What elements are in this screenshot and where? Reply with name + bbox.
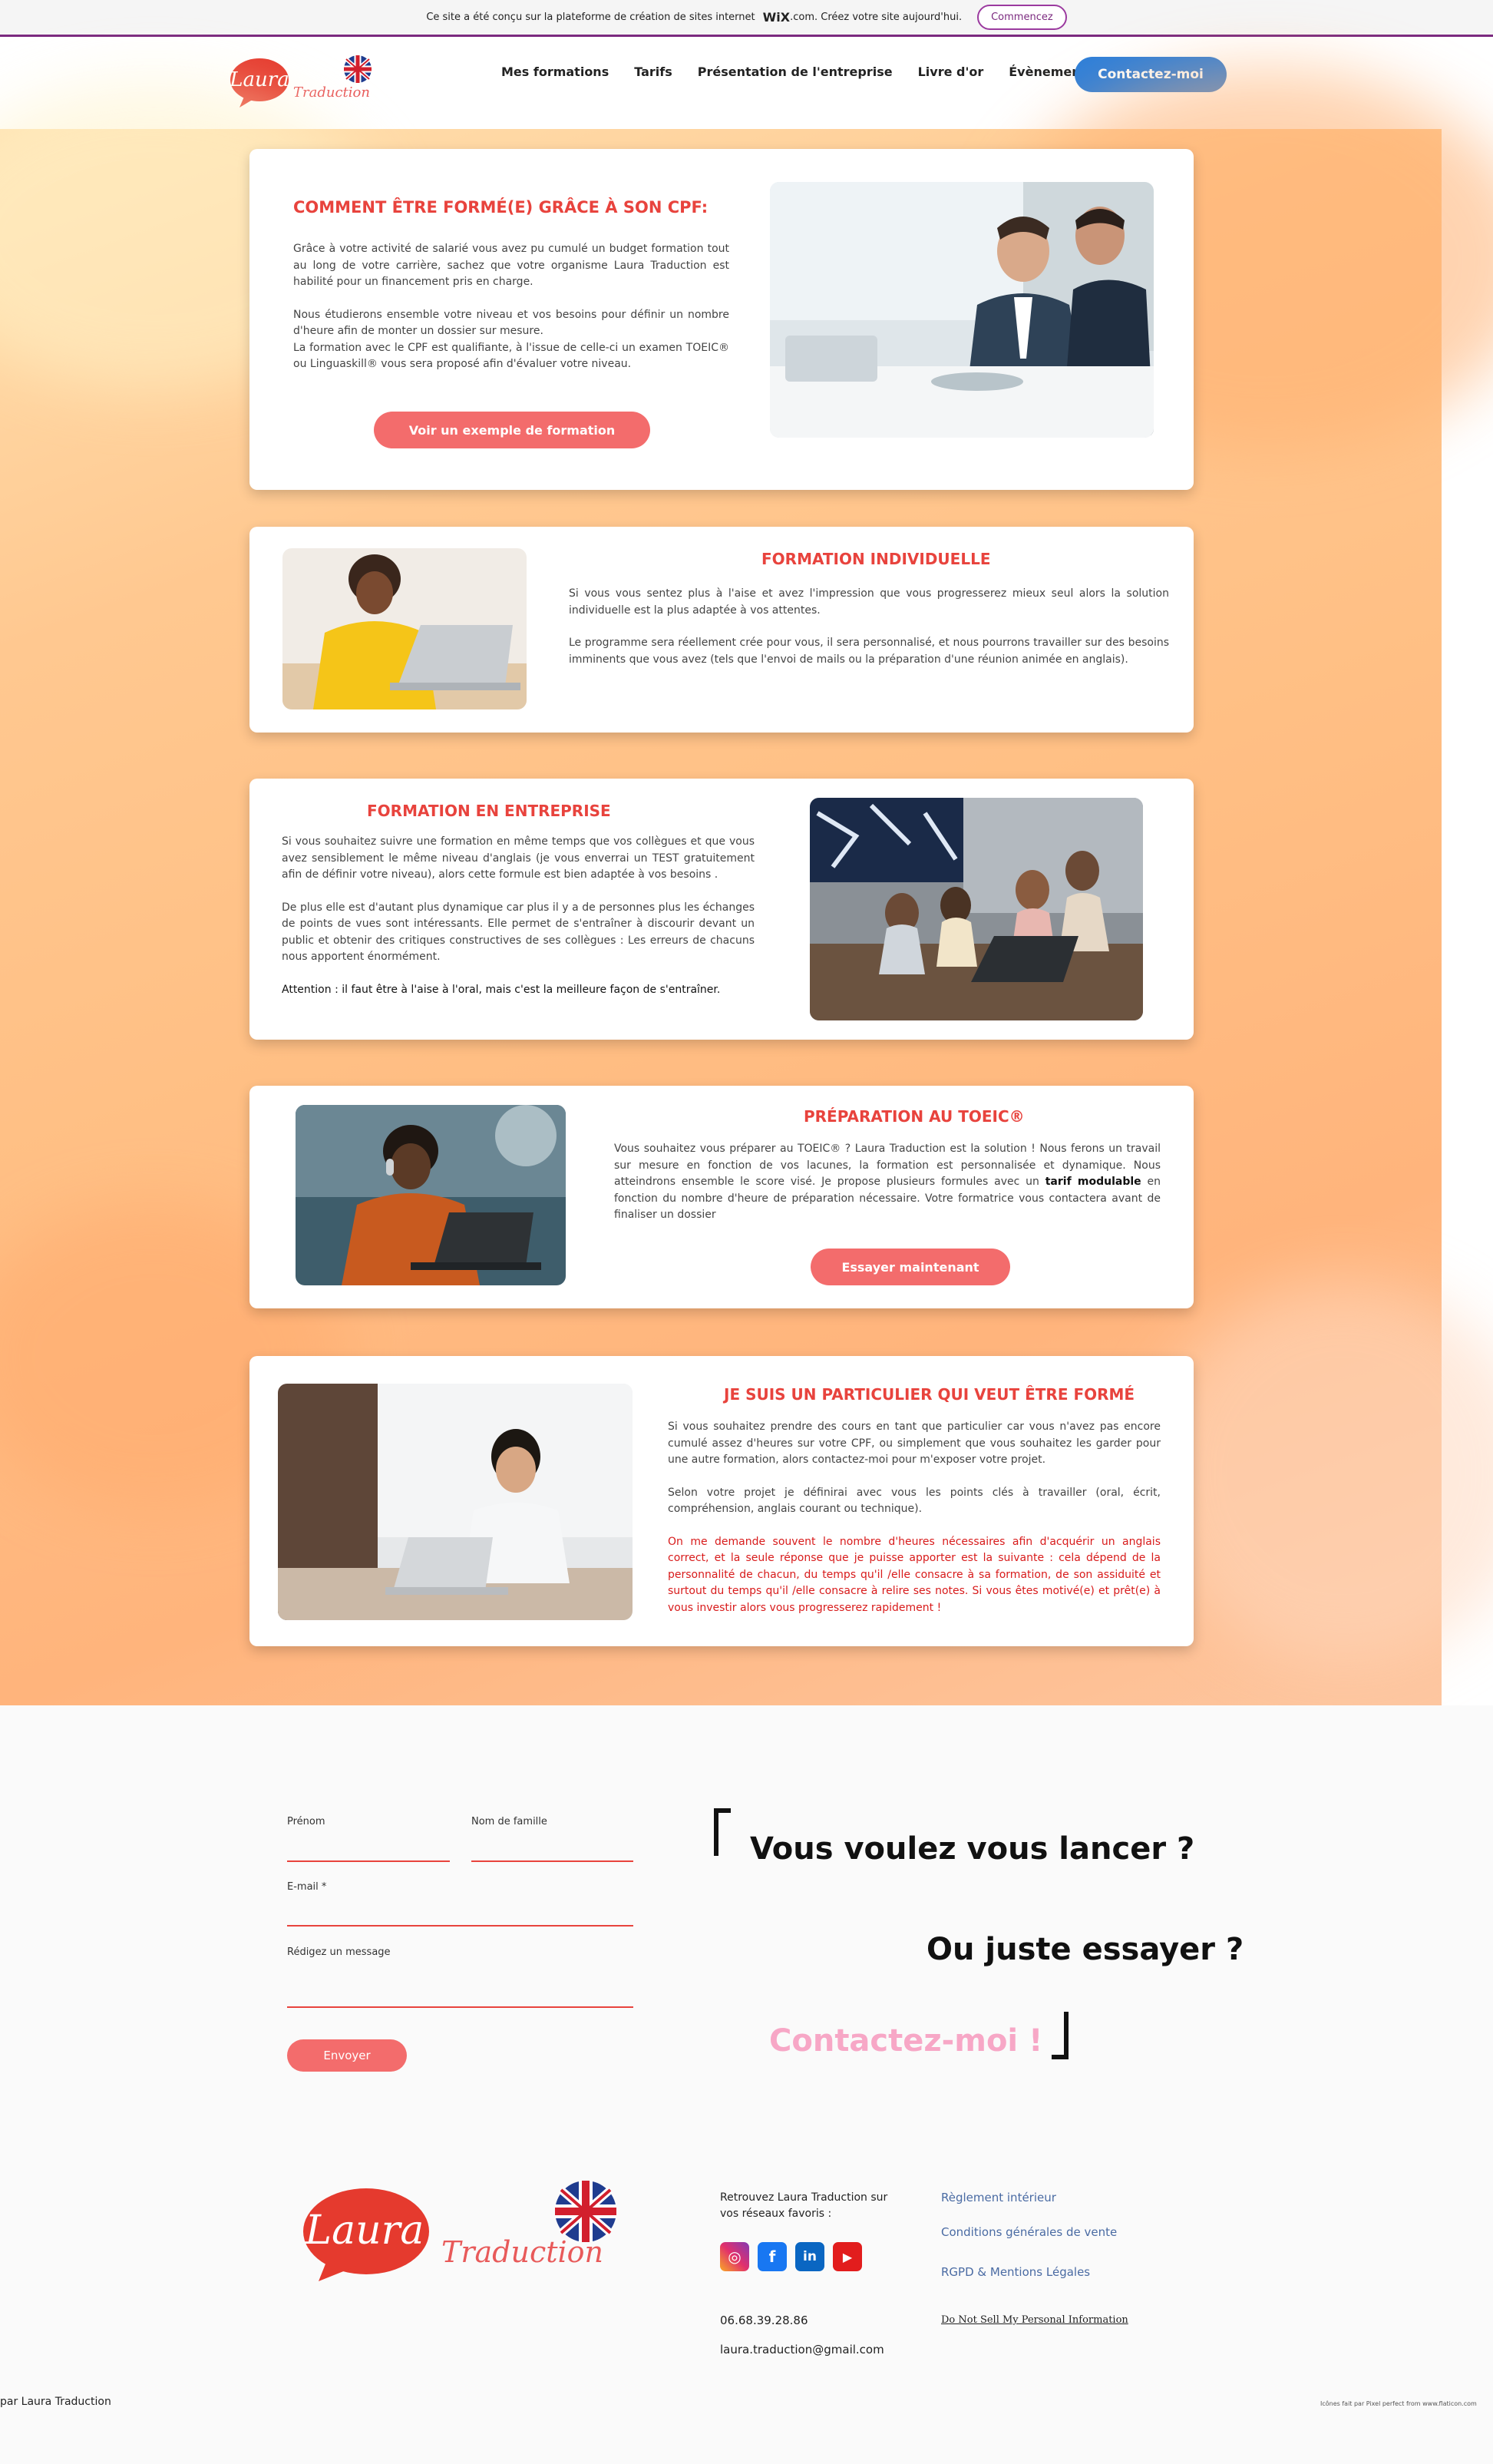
link-cgv[interactable]: Conditions générales de vente (941, 2225, 1117, 2239)
social-text: Retrouvez Laura Traduction sur vos résea… (720, 2191, 888, 2220)
nav-tarifs[interactable]: Tarifs (634, 64, 672, 79)
footer-email[interactable]: laura.traduction@gmail.com (720, 2343, 884, 2357)
man-laptop-photo (278, 1384, 633, 1620)
copyright: par Laura Traduction (0, 2396, 111, 2408)
main-nav: Mes formations Tarifs Présentation de l'… (501, 64, 1094, 79)
wix-banner: Ce site a été conçu sur la plateforme de… (0, 0, 1493, 37)
nav-presentation[interactable]: Présentation de l'entreprise (698, 64, 893, 79)
footer-phone: 06.68.39.28.86 (720, 2314, 808, 2327)
card-particulier-title: JE SUIS UN PARTICULIER QUI VEUT ÊTRE FOR… (724, 1385, 1135, 1404)
wix-logo: WiX (762, 10, 791, 25)
card-cpf: COMMENT ÊTRE FORMÉ(E) GRÂCE À SON CPF: G… (249, 149, 1194, 490)
pitch-line-1: Vous voulez vous lancer ? (750, 1831, 1195, 1867)
quote-bracket-close (1052, 2012, 1069, 2059)
card-entreprise-title: FORMATION EN ENTREPRISE (367, 802, 611, 820)
business-meeting-photo (770, 182, 1154, 438)
card-entreprise-p3: Attention : il faut être à l'aise à l'or… (282, 983, 721, 996)
wix-start-button[interactable]: Commencez (977, 5, 1067, 30)
wix-banner-suffix: .com. Créez votre site aujourd'hui. (790, 12, 963, 23)
card-cpf-title: COMMENT ÊTRE FORMÉ(E) GRÂCE À SON CPF: (293, 198, 709, 217)
card-individuelle-p1: Si vous vous sentez plus à l'aise et ave… (569, 587, 1169, 617)
card-cpf-p2: Nous étudierons ensemble votre niveau et… (293, 308, 729, 338)
youtube-icon[interactable]: ▶ (833, 2242, 862, 2271)
man-headphones-photo (296, 1105, 566, 1285)
card-particulier-p1: Si vous souhaitez prendre des cours en t… (668, 1421, 1161, 1466)
icon-credits: Icônes fait par Pixel perfect from www.f… (1320, 2400, 1477, 2407)
card-entreprise-p2: De plus elle est d'autant plus dynamique… (282, 901, 755, 964)
card-entreprise-p1: Si vous souhaitez suivre une formation e… (282, 835, 755, 881)
card-toeic: PRÉPARATION AU TOEIC® Vous souhaitez vou… (249, 1086, 1194, 1308)
quote-bracket-open (714, 1808, 731, 1856)
link-reglement[interactable]: Règlement intérieur (941, 2191, 1056, 2204)
email-label: E-mail * (287, 1881, 327, 1893)
first-name-input[interactable] (287, 1860, 450, 1862)
svg-text:Laura: Laura (229, 68, 289, 91)
example-formation-button[interactable]: Voir un exemple de formation (374, 412, 650, 448)
last-name-label: Nom de famille (471, 1816, 547, 1827)
linkedin-icon[interactable]: in (795, 2242, 824, 2271)
card-toeic-text: Vous souhaitez vous préparer au TOEIC® ?… (614, 1141, 1161, 1240)
svg-text:Laura: Laura (305, 2208, 424, 2254)
facebook-icon[interactable]: f (758, 2242, 787, 2271)
card-individuelle-title: FORMATION INDIVIDUELLE (761, 550, 991, 568)
woman-laptop-photo (282, 548, 527, 709)
last-name-input[interactable] (471, 1860, 633, 1862)
card-cpf-p1: Grâce à votre activité de salarié vous a… (293, 243, 729, 288)
card-cpf-p3: La formation avec le CPF est qualifiante… (293, 341, 729, 371)
pitch-line-2: Ou juste essayer ? (927, 1932, 1244, 1967)
try-now-button[interactable]: Essayer maintenant (811, 1249, 1010, 1285)
message-label: Rédigez un message (287, 1946, 391, 1958)
card-particulier: JE SUIS UN PARTICULIER QUI VEUT ÊTRE FOR… (249, 1356, 1194, 1646)
card-particulier-p3: On me demande souvent le nombre d'heures… (668, 1535, 1161, 1614)
card-entreprise-text: Si vous souhaitez suivre une formation e… (282, 834, 755, 1014)
svg-text:Traduction: Traduction (293, 84, 370, 101)
card-particulier-p2: Selon votre projet je définirai avec vou… (668, 1486, 1161, 1516)
submit-button[interactable]: Envoyer (287, 2039, 407, 2072)
card-cpf-text: Grâce à votre activité de salarié vous a… (293, 241, 729, 389)
card-particulier-text: Si vous souhaitez prendre des cours en t… (668, 1419, 1161, 1632)
footer-logo: Laura Traduction (303, 2178, 626, 2285)
card-individuelle: FORMATION INDIVIDUELLE Si vous vous sent… (249, 527, 1194, 733)
link-rgpd[interactable]: RGPD & Mentions Légales (941, 2265, 1090, 2279)
card-toeic-p1: Vous souhaitez vous préparer au TOEIC® ?… (614, 1141, 1161, 1224)
nav-formations[interactable]: Mes formations (501, 64, 609, 79)
card-entreprise: FORMATION EN ENTREPRISE Si vous souhaite… (249, 779, 1194, 1040)
pitch-line-3[interactable]: Contactez-moi ! (769, 2023, 1042, 2059)
card-toeic-title: PRÉPARATION AU TOEIC® (804, 1107, 1025, 1126)
team-meeting-photo (810, 798, 1143, 1020)
card-individuelle-text: Si vous vous sentez plus à l'aise et ave… (569, 586, 1169, 684)
email-input[interactable] (287, 1925, 633, 1927)
first-name-label: Prénom (287, 1816, 325, 1827)
message-input[interactable] (287, 2006, 633, 2008)
card-toeic-tarif: tarif modulable (1045, 1176, 1141, 1188)
nav-livre-dor[interactable]: Livre d'or (918, 64, 984, 79)
link-do-not-sell[interactable]: Do Not Sell My Personal Information (941, 2314, 1128, 2326)
card-individuelle-p2: Le programme sera réellement crée pour v… (569, 637, 1169, 666)
wix-banner-text: Ce site a été conçu sur la plateforme de… (426, 12, 755, 23)
instagram-icon[interactable]: ◎ (720, 2242, 749, 2271)
page-root: Ce site a été conçu sur la plateforme de… (0, 0, 1493, 2464)
